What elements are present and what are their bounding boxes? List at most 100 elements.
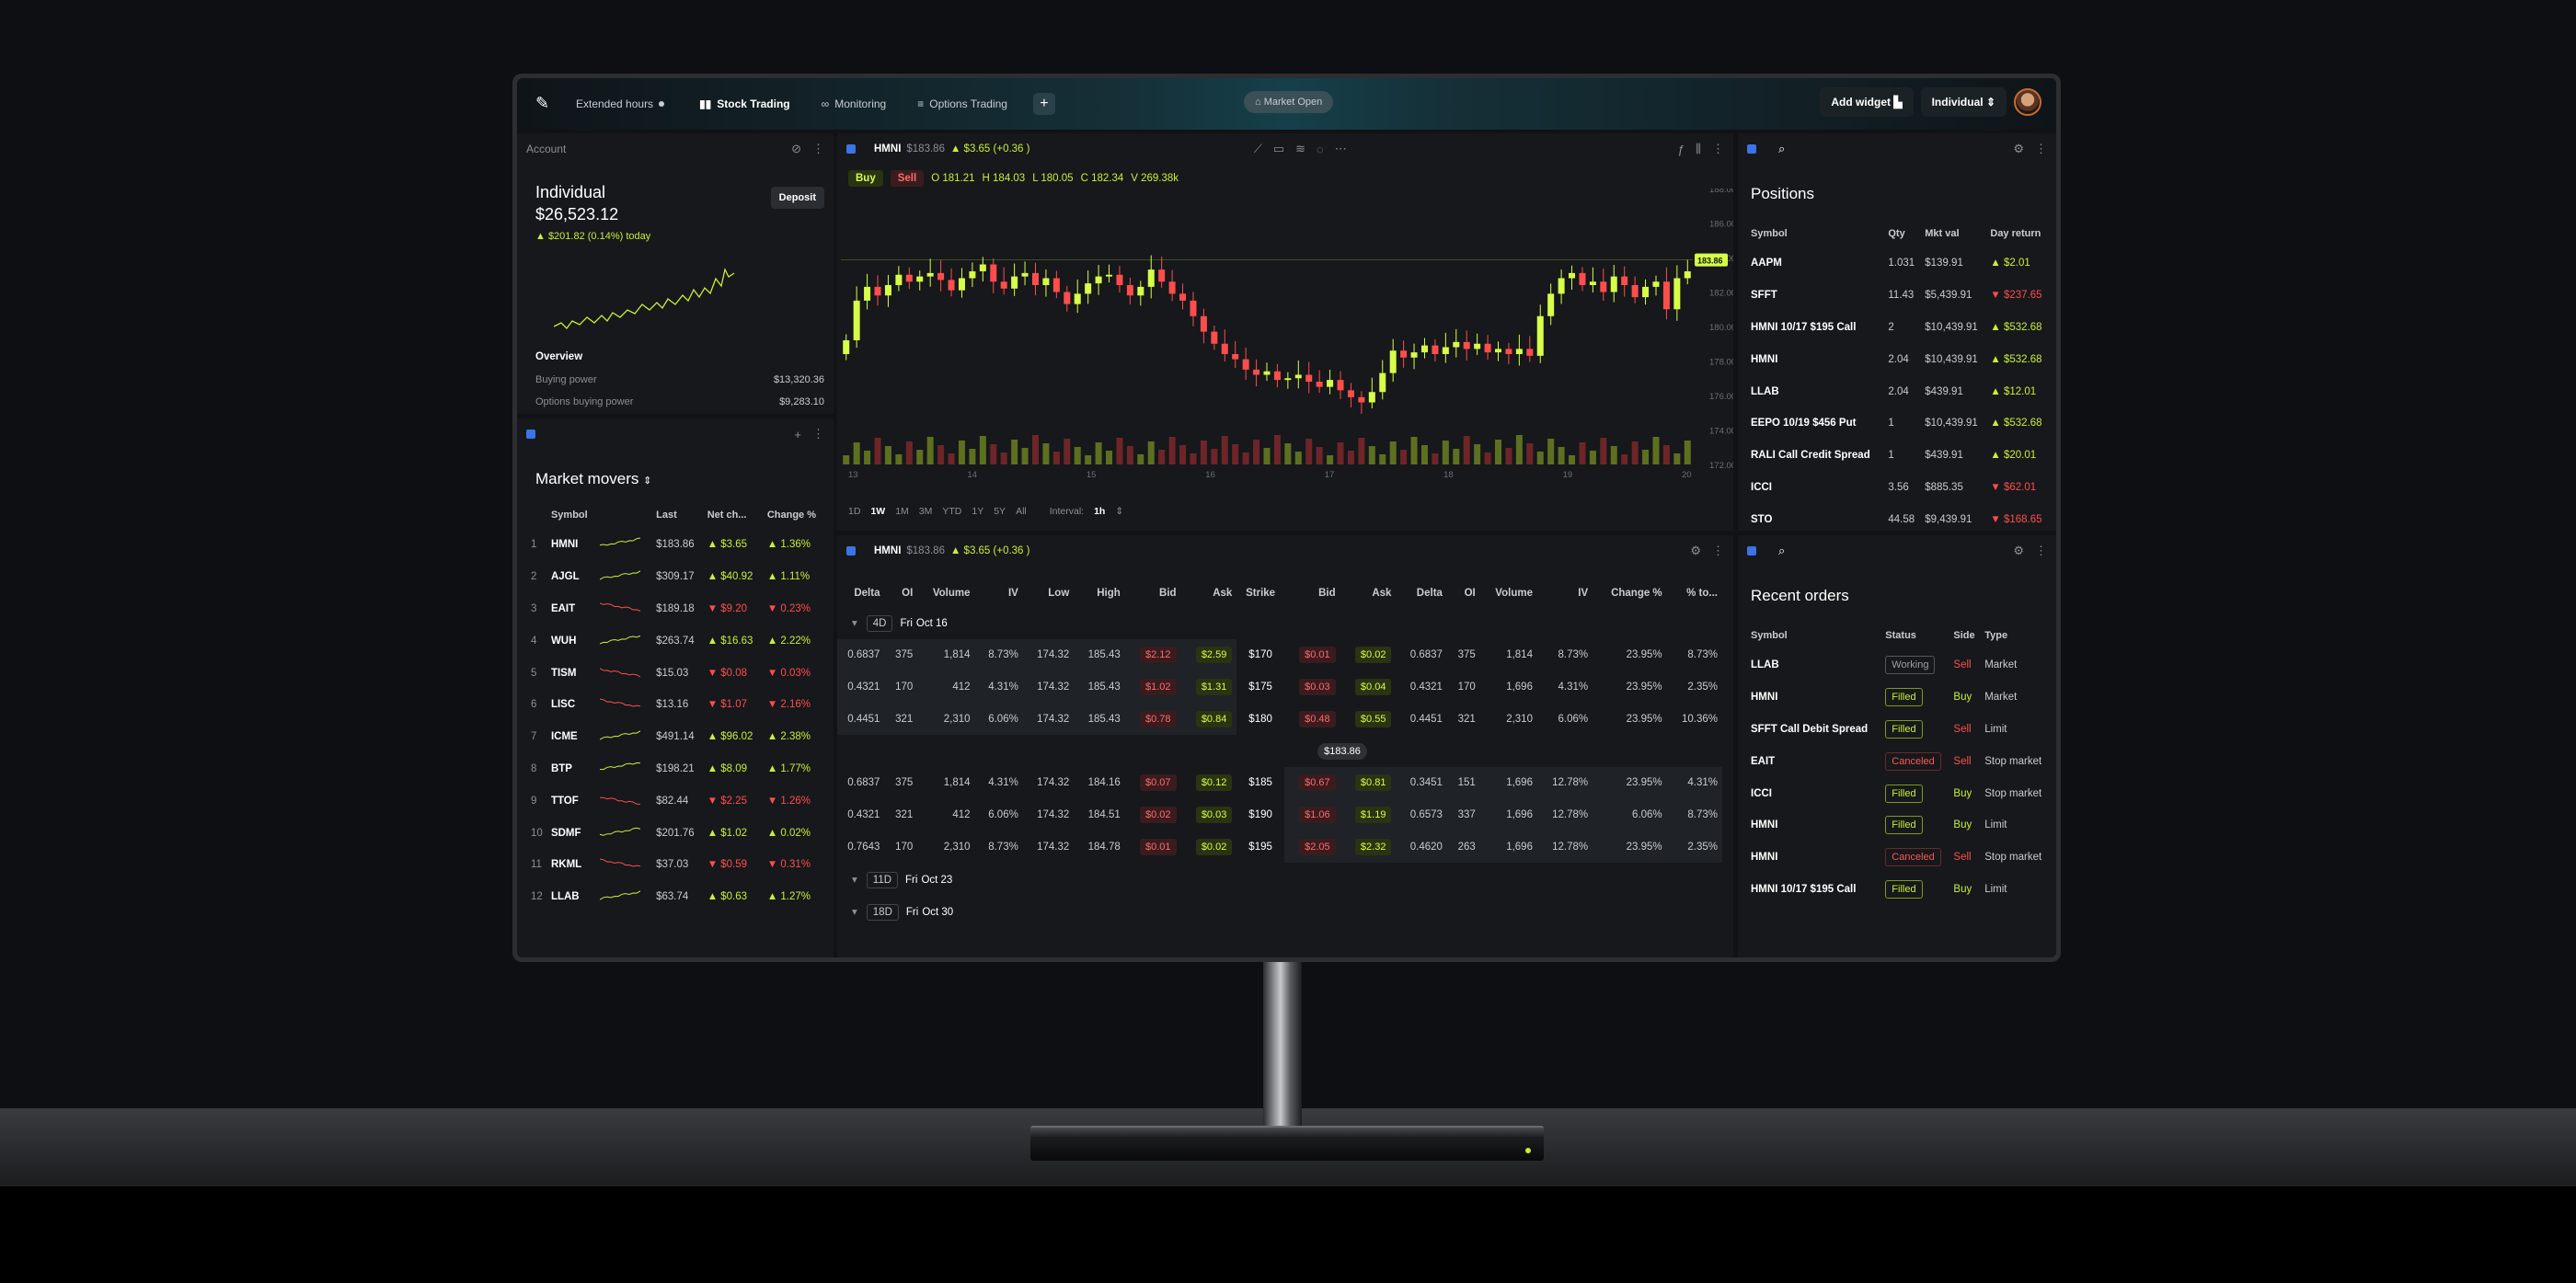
avatar[interactable] [2014, 88, 2041, 116]
table-row[interactable]: 11 RKML $37.03 ▼ $0.59 ▼ 0.31% [528, 849, 828, 881]
ask-price[interactable]: $0.02 [1354, 647, 1392, 664]
candlestick-chart[interactable]: 188.00186.00184.00182.00180.00178.00176.… [837, 189, 1733, 483]
table-row[interactable]: 4 WUH $263.74 ▲ $16.63 ▲ 2.22% [528, 624, 828, 657]
eye-off-icon[interactable]: ⊘ [791, 142, 801, 156]
table-row[interactable]: HMNI Canceled Sell Stop market [1747, 842, 2051, 874]
col-header[interactable]: OI [1447, 579, 1480, 607]
ask-price[interactable]: $1.19 [1354, 807, 1392, 824]
options-symbol[interactable]: HMNI [874, 545, 901, 556]
sell-button[interactable]: Sell [890, 170, 925, 187]
tab-options-trading[interactable]: ≡ Options Trading [917, 97, 1007, 110]
table-row[interactable]: EEPO 10/19 $456 Put 1 $10,439.91 ▲ $532.68 [1747, 407, 2051, 440]
col-header[interactable]: Delta [1396, 579, 1446, 607]
bid-price[interactable]: $0.01 [1299, 647, 1336, 664]
option-row[interactable]: 0.6837 375 1,814 8.73% 174.32 185.43 $2.12 $2.5… [837, 638, 1722, 671]
range-all[interactable]: All [1016, 506, 1027, 517]
table-row[interactable]: 1 HMNI $183.86 ▲ $3.65 ▲ 1.36% [528, 529, 828, 561]
more-horizontal-icon[interactable]: ⋯ [1335, 142, 1347, 156]
col-header[interactable]: IV [1537, 579, 1593, 607]
more-vertical-icon[interactable]: ⋮ [1712, 544, 1724, 558]
add-widget-button[interactable]: Add widget ▙ [1820, 87, 1914, 117]
col-last[interactable]: Last [653, 501, 705, 529]
ask-price[interactable]: $2.32 [1354, 838, 1392, 855]
ask-price[interactable]: $0.04 [1354, 678, 1392, 695]
bid-price[interactable]: $1.06 [1299, 807, 1336, 824]
col-header[interactable]: IV [975, 579, 1023, 607]
bid-price[interactable]: $0.48 [1299, 710, 1336, 727]
col-header[interactable]: Strike [1236, 579, 1284, 607]
expiry-row[interactable]: ▾ 4D Fri Oct 16 [837, 607, 1722, 639]
table-row[interactable]: HMNI Filled Buy Market [1747, 682, 2051, 714]
ask-price[interactable]: $0.84 [1195, 710, 1233, 727]
ask-price[interactable]: $0.55 [1354, 710, 1392, 727]
table-row[interactable]: 7 ICME $491.14 ▲ $96.02 ▲ 2.38% [528, 721, 828, 753]
more-vertical-icon[interactable]: ⋮ [2035, 142, 2047, 156]
sliders-icon[interactable]: ⚙ [2013, 142, 2024, 156]
sliders-icon[interactable]: ⚙ [2013, 544, 2024, 558]
sliders-icon[interactable]: ⚙ [1690, 544, 1701, 558]
chart-symbol[interactable]: HMNI [874, 143, 901, 155]
table-row[interactable]: 8 BTP $198.21 ▲ $8.09 ▲ 1.77% [528, 753, 828, 785]
table-row[interactable]: AAPM 1.031 $139.91 ▲ $2.01 [1747, 247, 2051, 280]
table-row[interactable]: SFFT Call Debit Spread Filled Sell Limit [1747, 714, 2051, 746]
bid-price[interactable]: $0.03 [1299, 678, 1336, 695]
extended-hours-toggle[interactable]: Extended hours [576, 97, 665, 110]
col-header[interactable]: Volume [917, 579, 974, 607]
col-symbol[interactable]: Symbol [548, 501, 597, 529]
col-header[interactable]: Low [1023, 579, 1074, 607]
bid-price[interactable]: $2.12 [1140, 647, 1177, 664]
bid-price[interactable]: $0.78 [1140, 710, 1177, 727]
col-net-change[interactable]: Net ch... [705, 501, 765, 529]
ask-price[interactable]: $0.12 [1195, 774, 1233, 792]
expiry-row[interactable]: ▾ 18D Fri Oct 30 [837, 895, 1722, 927]
range-ytd[interactable]: YTD [942, 506, 961, 517]
rectangle-icon[interactable]: ▭ [1273, 142, 1284, 156]
option-row[interactable]: 0.4321 170 412 4.31% 174.32 185.43 $1.02 $1.31 $… [837, 670, 1722, 704]
range-5y[interactable]: 5Y [994, 506, 1006, 517]
candle-type-icon[interactable]: ⫼ [1696, 142, 1701, 156]
range-3m[interactable]: 3M [919, 506, 933, 517]
col-header[interactable]: OI [884, 579, 917, 607]
table-row[interactable]: 6 LISC $13.16 ▼ $1.07 ▼ 2.16% [528, 689, 828, 721]
ask-price[interactable]: $0.81 [1354, 774, 1392, 792]
ask-price[interactable]: $0.02 [1195, 838, 1233, 855]
col-status[interactable]: Status [1881, 622, 1949, 649]
add-tab-button[interactable]: + [1032, 93, 1055, 115]
more-vertical-icon[interactable]: ⋮ [2035, 544, 2047, 558]
table-row[interactable]: HMNI 10/17 $195 Call Filled Buy Limit [1747, 874, 2051, 906]
range-1d[interactable]: 1D [848, 506, 860, 517]
col-type[interactable]: Type [1981, 622, 2051, 649]
col-side[interactable]: Side [1949, 622, 1981, 649]
ask-price[interactable]: $1.31 [1195, 678, 1233, 695]
table-row[interactable]: STO 44.58 $9,439.91 ▼ $168.65 [1747, 503, 2051, 531]
table-row[interactable]: HMNI Filled Buy Limit [1747, 809, 2051, 842]
expiry-row[interactable]: ▾ 11D Fri Oct 23 [837, 863, 1722, 895]
table-row[interactable]: LLAB 2.04 $439.91 ▲ $12.01 [1747, 375, 2051, 407]
table-row[interactable]: 3 EAIT $189.18 ▼ $9.20 ▼ 0.23% [528, 593, 828, 625]
range-1m[interactable]: 1M [895, 506, 909, 517]
option-row[interactable]: 0.6837 375 1,814 4.31% 174.32 184.16 $0.07 $0.1… [837, 766, 1722, 799]
col-header[interactable]: Bid [1125, 579, 1181, 607]
table-row[interactable]: EAIT Canceled Sell Stop market [1747, 745, 2051, 777]
col-header[interactable]: Delta [837, 579, 884, 607]
table-row[interactable]: 12 LLAB $63.74 ▲ $0.63 ▲ 1.27% [528, 881, 828, 913]
more-vertical-icon[interactable]: ⋮ [1712, 142, 1724, 156]
function-icon[interactable]: ƒ [1678, 143, 1685, 156]
bid-price[interactable]: $2.05 [1299, 838, 1336, 855]
table-row[interactable]: HMNI 10/17 $195 Call 2 $10,439.91 ▲ $532.68 [1747, 312, 2051, 344]
table-row[interactable]: ICCI Filled Buy Stop market [1747, 777, 2051, 809]
buy-button[interactable]: Buy [848, 170, 883, 187]
table-row[interactable]: 5 TISM $15.03 ▼ $0.08 ▼ 0.03% [528, 657, 828, 689]
option-row[interactable]: 0.7643 170 2,310 8.73% 174.32 184.78 $0.01 $0.0… [837, 831, 1722, 864]
market-movers-title[interactable]: Market movers ⇕ [535, 470, 651, 488]
fib-icon[interactable]: ≋ [1295, 142, 1305, 156]
col-symbol[interactable]: Symbol [1747, 220, 1884, 247]
col-symbol[interactable]: Symbol [1747, 622, 1881, 649]
col-header[interactable]: % to... [1667, 579, 1722, 607]
col-header[interactable]: Ask [1340, 579, 1397, 607]
plus-icon[interactable]: + [794, 428, 801, 441]
col-qty[interactable]: Qty [1884, 220, 1921, 247]
table-row[interactable]: 9 TTOF $82.44 ▼ $2.25 ▼ 1.26% [528, 785, 828, 817]
range-1y[interactable]: 1Y [972, 506, 983, 517]
interval-select[interactable]: 1h [1094, 506, 1105, 517]
